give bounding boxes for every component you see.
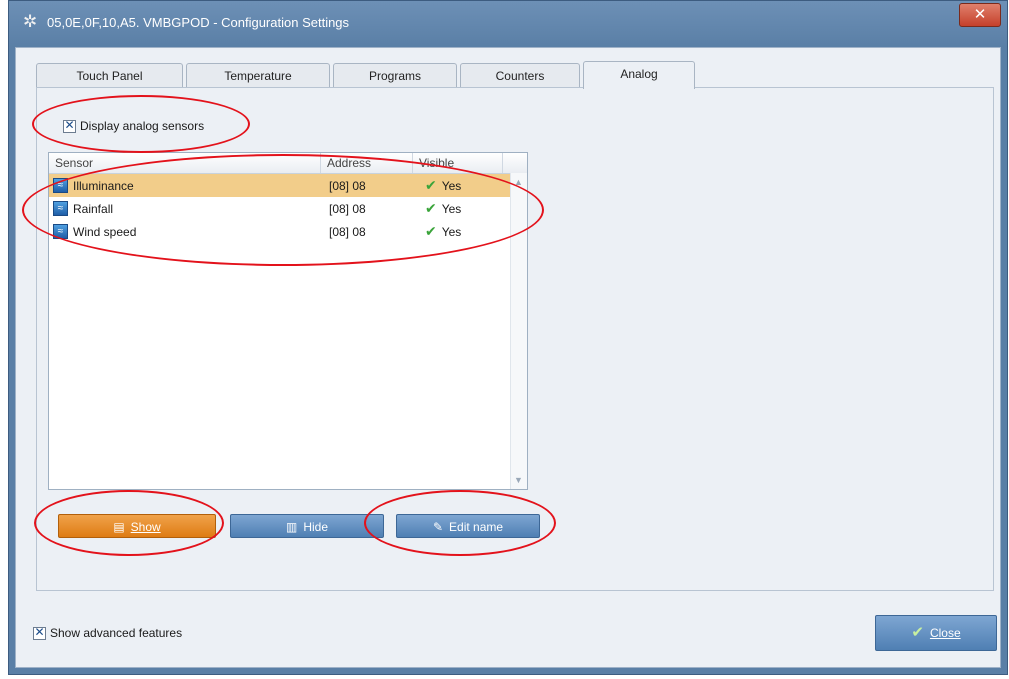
hide-icon: ▥ xyxy=(285,520,298,534)
tab-touch-panel[interactable]: Touch Panel xyxy=(36,63,183,87)
sensor-name: Illuminance xyxy=(73,178,134,193)
column-sensor[interactable]: Sensor xyxy=(49,153,321,173)
title-bar: ✲ 05,0E,0F,10,A5. VMBGPOD - Configuratio… xyxy=(9,1,1007,47)
tab-counters[interactable]: Counters xyxy=(460,63,580,87)
tab-programs[interactable]: Programs xyxy=(333,63,457,87)
show-icon: ▤ xyxy=(113,520,125,534)
sensor-list-scrollbar[interactable]: ▲ ▼ xyxy=(510,173,527,489)
sensor-address: [08] 08 xyxy=(329,201,366,216)
sensor-icon: ≈ xyxy=(53,224,68,239)
display-analog-sensors-checkbox[interactable]: ✕ xyxy=(63,118,76,133)
edit-name-button[interactable]: ✎ Edit name xyxy=(396,514,540,538)
show-advanced-features-option[interactable]: ✕ Show advanced features xyxy=(33,625,183,640)
sensor-address: [08] 08 xyxy=(329,178,366,193)
window-title: 05,0E,0F,10,A5. VMBGPOD - Configuration … xyxy=(47,15,350,30)
sensor-visible: Yes xyxy=(441,224,462,239)
sensor-name: Rainfall xyxy=(73,201,114,216)
display-analog-sensors-option[interactable]: ✕ Display analog sensors xyxy=(63,118,205,133)
show-button[interactable]: ▤ Show xyxy=(58,514,216,538)
display-analog-sensors-label: Display analog sensors xyxy=(80,119,205,133)
sensor-row[interactable]: ≈ Wind speed [08] 08 ✔ Yes xyxy=(49,220,527,243)
show-advanced-features-checkbox[interactable]: ✕ xyxy=(33,625,46,640)
column-address[interactable]: Address xyxy=(321,153,413,173)
sensor-icon: ≈ xyxy=(53,178,68,193)
sensor-row[interactable]: ≈ Rainfall [08] 08 ✔ Yes xyxy=(49,197,527,220)
close-button[interactable]: ✔ Close xyxy=(875,615,997,651)
checkmark-icon: ✔ xyxy=(425,177,437,193)
dialog-client: Touch Panel Temperature Programs Counter… xyxy=(15,47,1001,668)
gear-icon: ✲ xyxy=(23,12,38,31)
sensor-address: [08] 08 xyxy=(329,224,366,239)
scroll-up-icon[interactable]: ▲ xyxy=(514,177,523,187)
sensor-row[interactable]: ≈ Illuminance [08] 08 ✔ Yes xyxy=(49,174,527,197)
tab-analog[interactable]: Analog xyxy=(583,61,695,89)
sensor-visible: Yes xyxy=(441,201,462,216)
sensor-visible: Yes xyxy=(441,178,462,193)
checkmark-icon: ✔ xyxy=(425,200,437,216)
show-advanced-features-label: Show advanced features xyxy=(50,626,183,640)
tab-temperature[interactable]: Temperature xyxy=(186,63,330,87)
scroll-down-icon[interactable]: ▼ xyxy=(514,475,523,485)
sensor-name: Wind speed xyxy=(73,224,137,239)
sensor-icon: ≈ xyxy=(53,201,68,216)
edit-icon: ✎ xyxy=(432,520,444,534)
config-window: ✲ 05,0E,0F,10,A5. VMBGPOD - Configuratio… xyxy=(8,0,1008,675)
sensor-list[interactable]: Sensor Address Visible ≈ Illuminance [08… xyxy=(48,152,528,490)
column-visible[interactable]: Visible xyxy=(413,153,503,173)
window-close-button[interactable]: ✕ xyxy=(959,3,1001,27)
checkmark-icon: ✔ xyxy=(425,223,437,239)
hide-button[interactable]: ▥ Hide xyxy=(230,514,384,538)
close-check-icon: ✔ xyxy=(911,624,924,641)
sensor-list-header: Sensor Address Visible xyxy=(49,153,527,174)
